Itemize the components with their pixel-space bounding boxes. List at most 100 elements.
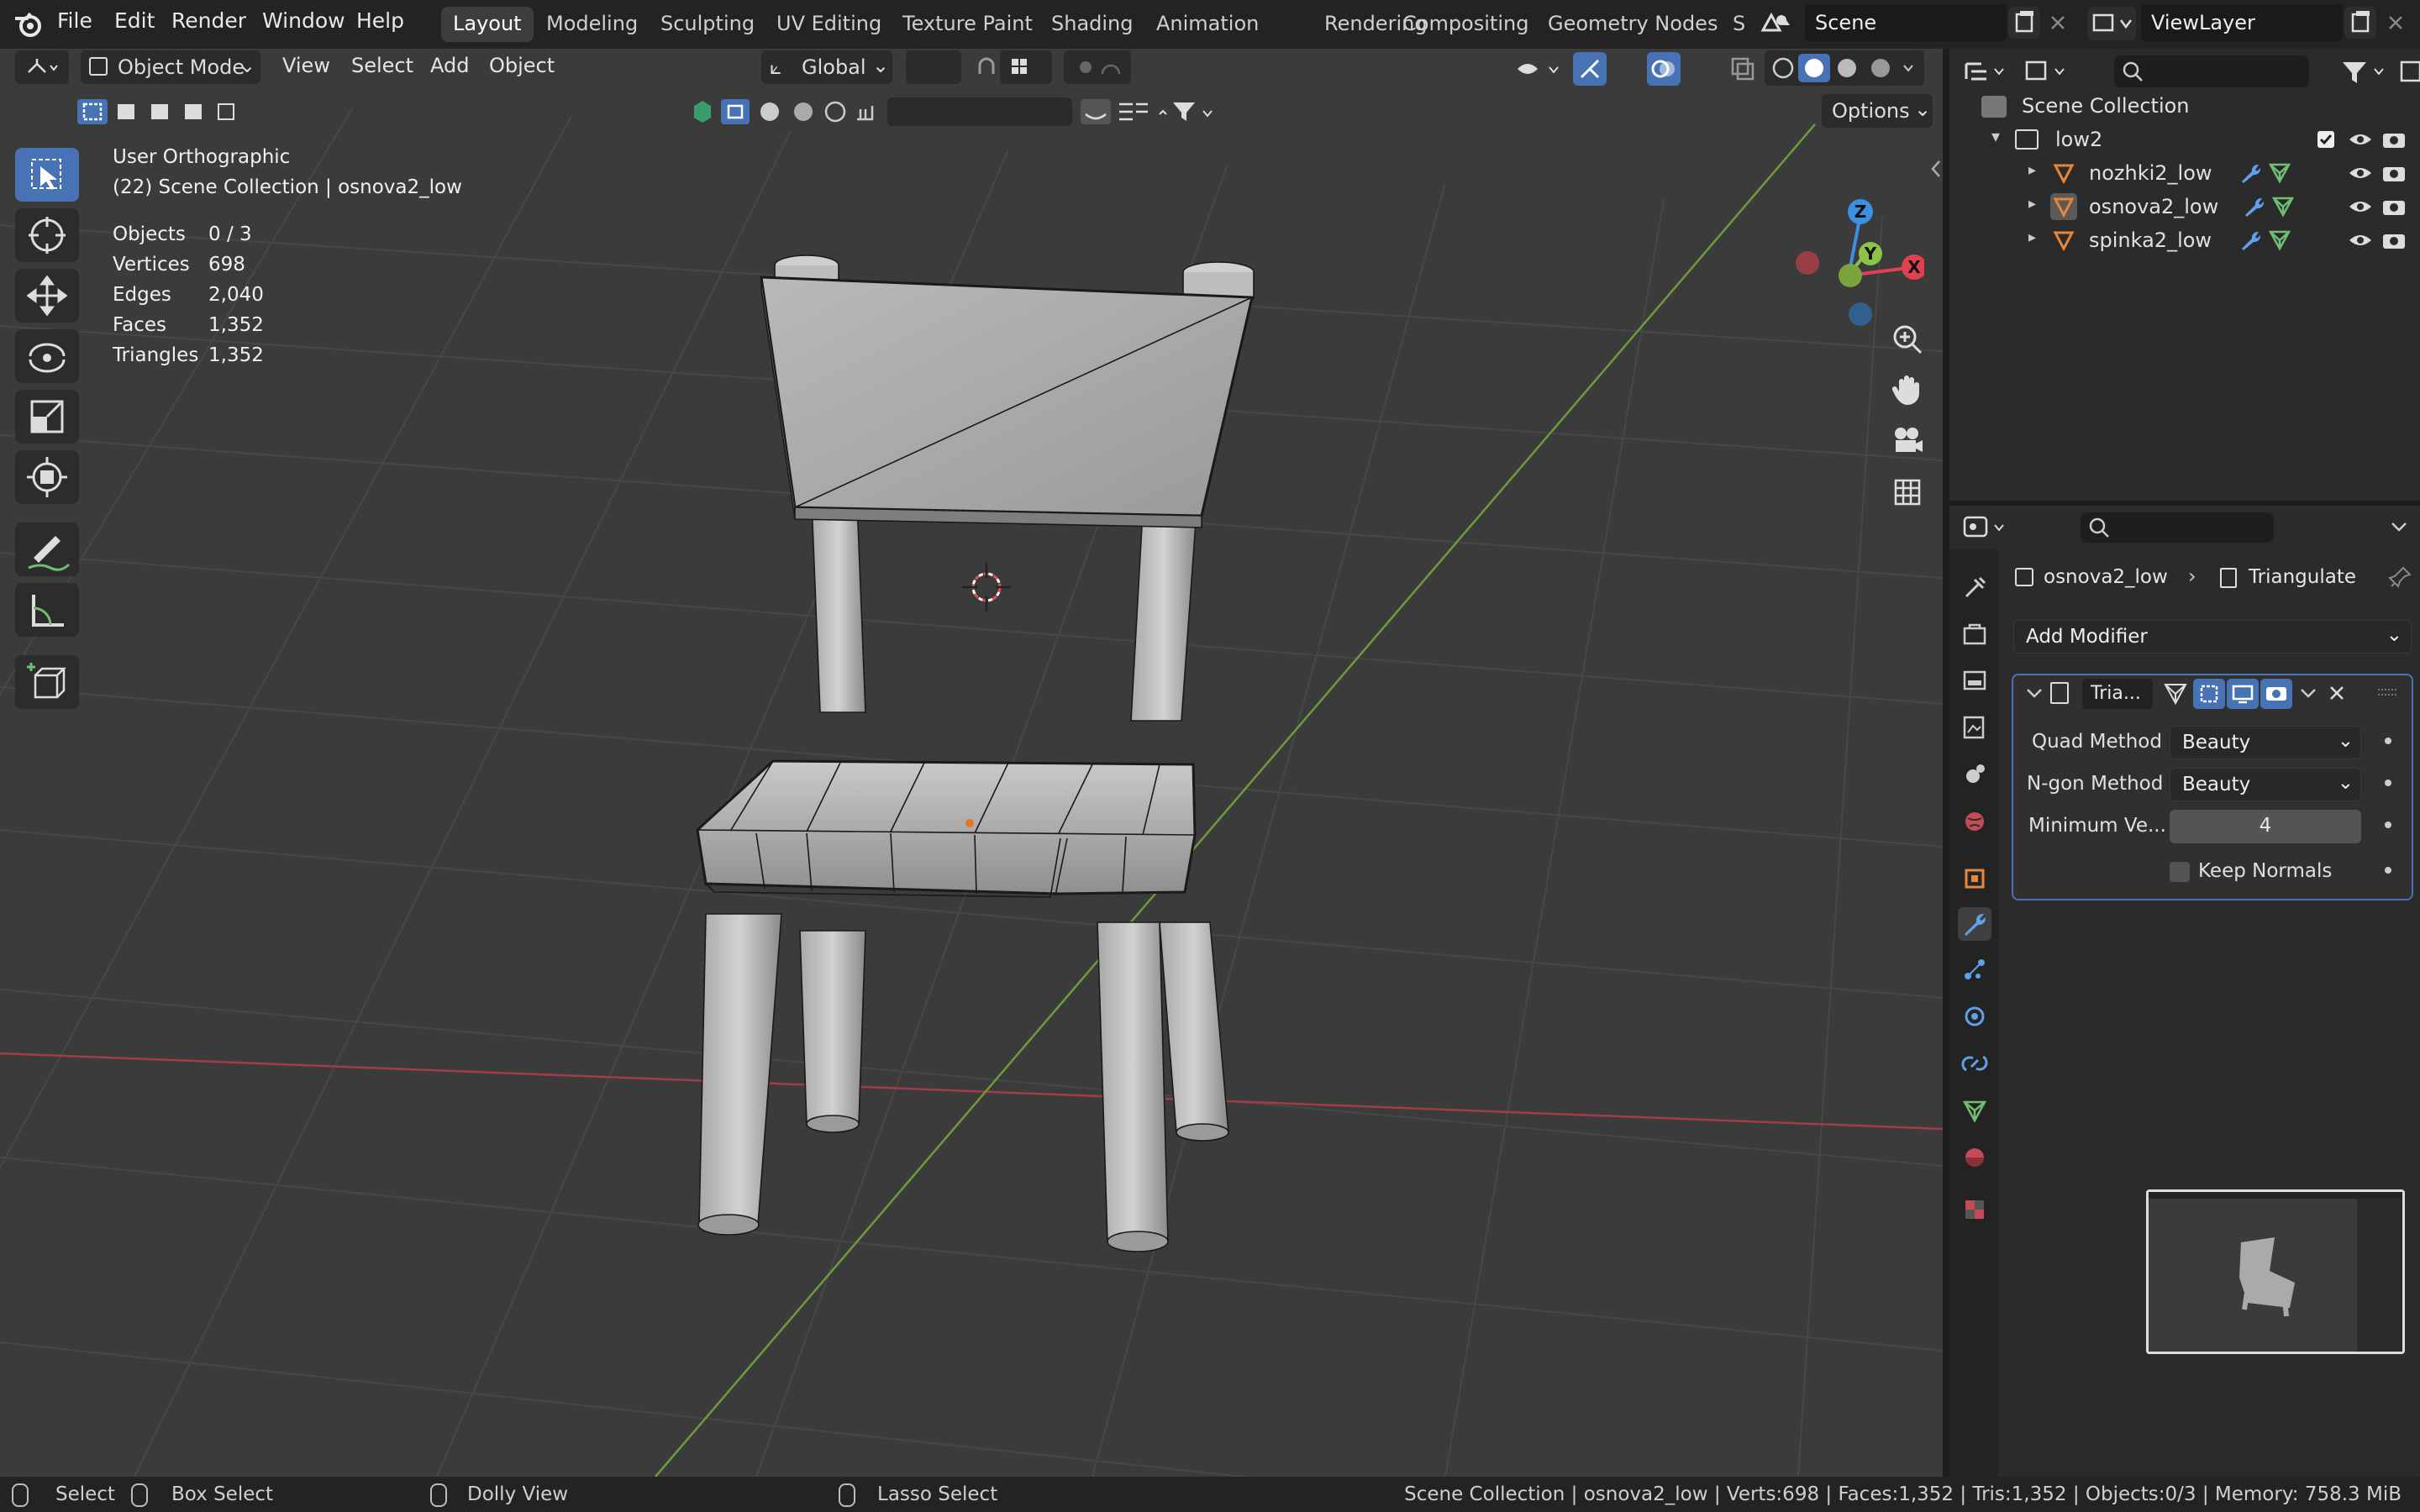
pivot-point-icon[interactable] <box>906 50 961 84</box>
zoom-icon[interactable] <box>1887 319 1928 360</box>
keyframe-dot-icon[interactable] <box>2385 738 2391 744</box>
shading-mode-buttons[interactable] <box>1765 50 1924 86</box>
keyframe-dot-icon[interactable] <box>2385 780 2391 786</box>
render-tab-icon[interactable] <box>1958 618 1991 652</box>
tab-modeling[interactable]: Modeling <box>534 7 650 42</box>
outliner-search-input[interactable] <box>2114 55 2309 87</box>
3d-viewport[interactable]: Object Mode ⌄ View Select Add Object ⟀ G… <box>0 49 1943 1477</box>
drag-handle-icon[interactable] <box>2375 682 2400 704</box>
eye-icon[interactable] <box>2348 230 2373 250</box>
modifier-name-field[interactable]: Tria... <box>2082 679 2153 709</box>
tool-tab-icon[interactable] <box>1958 571 1991 605</box>
ortho-grid-icon[interactable] <box>1887 472 1928 512</box>
scene-name-field[interactable]: Scene <box>1805 4 2007 41</box>
overlays-toggle-icon[interactable] <box>1647 52 1681 86</box>
viewport-menu-select[interactable]: Select <box>351 54 413 77</box>
wrench-modifier-icon[interactable] <box>2237 228 2262 252</box>
pin-icon[interactable] <box>2388 564 2413 590</box>
options-button[interactable]: Options ⌄ <box>1822 94 1933 128</box>
select-box-tool[interactable] <box>15 148 79 202</box>
pan-hand-icon[interactable] <box>1887 370 1928 410</box>
measure-tool[interactable] <box>15 583 79 637</box>
tab-overflow[interactable]: S <box>1721 7 1757 42</box>
rotate-tool[interactable] <box>15 329 79 383</box>
properties-search-input[interactable] <box>2081 512 2274 543</box>
disclosure-closed-icon[interactable]: ▸ <box>2028 161 2036 179</box>
proportional-edit-icon[interactable] <box>1064 50 1131 84</box>
menu-help[interactable]: Help <box>356 8 404 33</box>
disclosure-open-icon[interactable]: ▾ <box>1991 126 2000 146</box>
keep-normals-checkbox[interactable] <box>2170 862 2190 882</box>
disclosure-closed-icon[interactable]: ▸ <box>2028 228 2036 246</box>
xray-toggle-icon[interactable] <box>1726 52 1760 86</box>
physics-tab-icon[interactable] <box>1958 1000 1991 1033</box>
collapse-chevron-icon[interactable] <box>2023 682 2045 704</box>
outliner-object-row[interactable]: ▸ spinka2_low <box>1949 223 2420 257</box>
tab-geometry-nodes[interactable]: Geometry Nodes <box>1536 7 1729 42</box>
texture-tab-icon[interactable] <box>1958 1193 1991 1226</box>
menu-window[interactable]: Window <box>262 8 345 33</box>
wrench-modifier-icon[interactable] <box>2240 195 2265 218</box>
eye-icon[interactable] <box>2348 163 2373 183</box>
sidebar-collapse-icon[interactable] <box>1929 156 1943 181</box>
display-mode-icon[interactable] <box>2022 55 2070 87</box>
new-scene-icon[interactable] <box>2008 7 2040 39</box>
viewport-menu-view[interactable]: View <box>282 54 330 77</box>
snap-target-icon[interactable] <box>1000 50 1052 84</box>
keyframe-dot-icon[interactable] <box>2385 822 2391 828</box>
properties-editor-icon[interactable] <box>1961 511 2010 544</box>
transform-orientation-dropdown[interactable]: ⟀ Global ⌄ <box>761 50 892 84</box>
eye-icon[interactable] <box>2348 197 2373 217</box>
viewport-search-input[interactable] <box>887 97 1072 126</box>
tab-sculpting[interactable]: Sculpting <box>649 7 766 42</box>
new-collection-icon[interactable] <box>2396 55 2420 87</box>
on-cage-toggle-icon[interactable] <box>2193 679 2225 709</box>
scale-tool[interactable] <box>15 390 79 444</box>
move-tool[interactable] <box>15 269 79 323</box>
viewport-filter-icons[interactable] <box>1077 96 1220 128</box>
mode-dropdown[interactable]: Object Mode ⌄ <box>81 50 260 84</box>
tab-compositing[interactable]: Compositing <box>1391 7 1540 42</box>
menu-render[interactable]: Render <box>171 8 246 33</box>
outliner-editor-icon[interactable] <box>1961 55 2010 87</box>
3d-cursor[interactable] <box>962 563 1011 612</box>
mesh-data-icon[interactable] <box>2267 161 2292 185</box>
gizmo-toggle-icon[interactable] <box>1573 52 1607 86</box>
world-tab-icon[interactable] <box>1958 805 1991 838</box>
edit-mode-toggle-icon[interactable] <box>2161 680 2190 707</box>
modifier-tab-icon[interactable] <box>1958 907 1991 941</box>
tab-animation[interactable]: Animation <box>1144 7 1270 42</box>
outliner-filter-icon[interactable] <box>2338 55 2391 87</box>
selection-mode-buttons[interactable] <box>74 96 237 128</box>
tab-texture-paint[interactable]: Texture Paint <box>891 7 1044 42</box>
visibility-toggle-icon[interactable] <box>1512 52 1566 86</box>
view-layer-icon[interactable] <box>2087 7 2136 40</box>
outliner-scene-collection[interactable]: Scene Collection <box>1949 89 2420 123</box>
transform-tool[interactable] <box>15 450 79 504</box>
camera-render-icon[interactable] <box>2381 230 2407 250</box>
camera-render-icon[interactable] <box>2381 163 2407 183</box>
disclosure-closed-icon[interactable]: ▸ <box>2028 195 2036 213</box>
new-view-layer-icon[interactable] <box>2344 7 2376 39</box>
viewport-menu-object[interactable]: Object <box>489 54 555 77</box>
add-modifier-dropdown[interactable]: Add Modifier ⌄ <box>2013 620 2412 654</box>
minimum-vertices-field[interactable]: 4 <box>2170 810 2361 843</box>
quad-method-dropdown[interactable]: Beauty ⌄ <box>2170 726 2361 759</box>
scene-tab-icon[interactable] <box>1958 758 1991 791</box>
collection-checkbox[interactable] <box>2317 131 2334 148</box>
viewport-display-toggle-icon[interactable] <box>2227 679 2259 709</box>
keyframe-dot-icon[interactable] <box>2385 867 2391 874</box>
render-toggle-icon[interactable] <box>2260 679 2292 709</box>
mesh-data-icon[interactable] <box>2267 228 2292 252</box>
editor-type-icon[interactable] <box>15 50 69 84</box>
material-tab-icon[interactable] <box>1958 1141 1991 1174</box>
cursor-tool[interactable] <box>15 208 79 262</box>
mesh-data-icon[interactable] <box>2270 195 2296 218</box>
menu-edit[interactable]: Edit <box>114 8 155 33</box>
close-scene-icon[interactable] <box>2042 7 2074 39</box>
screenshot-thumbnail[interactable] <box>2146 1189 2405 1354</box>
tab-shading[interactable]: Shading <box>1039 7 1145 42</box>
tab-layout[interactable]: Layout <box>441 7 534 42</box>
modifier-menu-chevron-icon[interactable] <box>2297 682 2319 704</box>
navigation-gizmo[interactable]: Z Y X <box>1790 150 1924 343</box>
